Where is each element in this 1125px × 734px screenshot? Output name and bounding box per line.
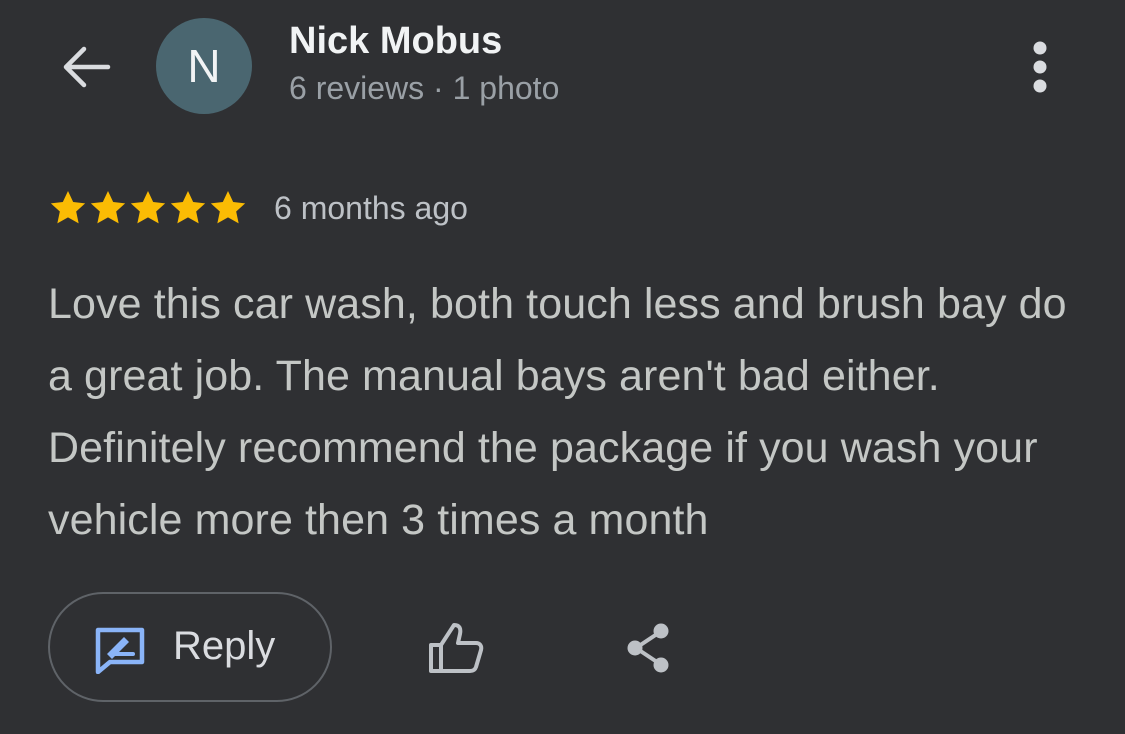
reply-button[interactable]: Reply: [48, 592, 332, 702]
more-vert-icon: [1033, 41, 1047, 93]
author-meta: 6 reviews · 1 photo: [289, 70, 560, 106]
like-button[interactable]: [418, 610, 494, 686]
review-text: Love this car wash, both touch less and …: [48, 280, 1067, 544]
avatar-letter: N: [187, 40, 221, 92]
review-header: N Nick Mobus 6 reviews · 1 photo: [0, 0, 1125, 140]
more-options-button[interactable]: [1010, 36, 1070, 98]
star-icon: [170, 191, 206, 224]
avatar[interactable]: N: [156, 18, 252, 114]
reply-edit-icon: [95, 627, 145, 674]
back-button[interactable]: [50, 36, 120, 98]
author-name[interactable]: Nick Mobus: [289, 20, 502, 63]
star-rating: [48, 188, 248, 228]
share-icon: [627, 623, 669, 673]
star-icon: [90, 191, 126, 224]
star-icon: [130, 191, 166, 224]
thumb-up-icon: [429, 623, 484, 673]
reply-label: Reply: [173, 624, 276, 668]
share-button[interactable]: [610, 610, 686, 686]
review-time: 6 months ago: [274, 189, 468, 226]
star-icon: [210, 191, 246, 224]
star-icon: [50, 191, 86, 224]
arrow-back-icon: [63, 46, 111, 88]
rating-row: 6 months ago: [48, 186, 468, 230]
